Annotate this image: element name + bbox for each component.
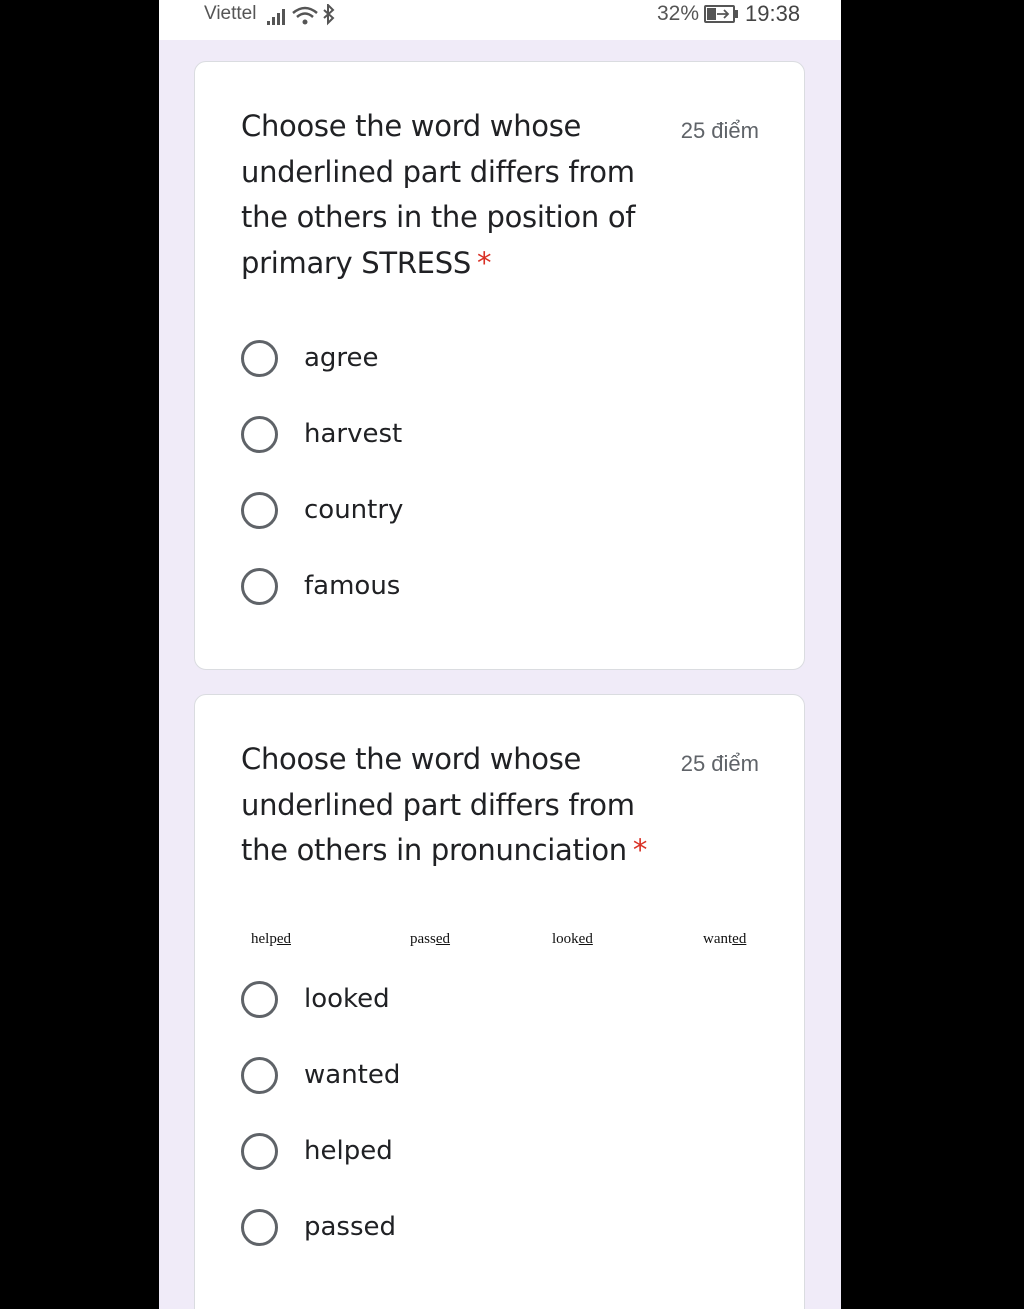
option-passed[interactable]: passed bbox=[241, 1207, 641, 1247]
question-text: Choose the word whose underlined part di… bbox=[241, 742, 635, 867]
option-agree[interactable]: agree bbox=[241, 338, 641, 378]
radio-button[interactable] bbox=[241, 567, 278, 605]
word-stem: want bbox=[703, 931, 733, 947]
question-card-2: Choose the word whose underlined part di… bbox=[194, 694, 805, 1309]
required-asterisk: * bbox=[632, 833, 648, 867]
radio-button[interactable] bbox=[241, 1208, 278, 1246]
question-card-1: Choose the word whose underlined part di… bbox=[194, 61, 805, 670]
battery-percent: 32% bbox=[657, 2, 700, 25]
option-label: famous bbox=[304, 571, 401, 601]
image-word-looked: looked bbox=[552, 931, 593, 948]
image-word-helped: helped bbox=[251, 931, 291, 948]
question-points: 25 điểm bbox=[680, 118, 759, 143]
radio-button[interactable] bbox=[241, 339, 278, 377]
option-label: looked bbox=[304, 984, 390, 1014]
image-word-passed: passed bbox=[410, 931, 450, 948]
word-underlined-part: ed bbox=[276, 931, 291, 947]
word-underlined-part: ed bbox=[578, 931, 593, 947]
word-stem: help bbox=[251, 931, 277, 947]
option-label: passed bbox=[304, 1212, 397, 1242]
question-image-words: helped passed looked wanted bbox=[241, 931, 771, 951]
question-points: 25 điểm bbox=[680, 751, 759, 776]
option-label: country bbox=[304, 495, 404, 525]
radio-button[interactable] bbox=[241, 491, 278, 529]
word-underlined-part: ed bbox=[435, 931, 451, 947]
word-stem: pass bbox=[410, 931, 436, 947]
signal-wifi-bluetooth-icons bbox=[267, 4, 335, 26]
option-country[interactable]: country bbox=[241, 490, 641, 530]
required-asterisk: * bbox=[476, 245, 492, 280]
question-title: Choose the word whose underlined part di… bbox=[241, 104, 661, 286]
image-word-wanted: wanted bbox=[703, 931, 746, 948]
option-label: harvest bbox=[304, 419, 403, 449]
option-famous[interactable]: famous bbox=[241, 566, 641, 606]
question-text: Choose the word whose underlined part di… bbox=[241, 109, 636, 280]
radio-button[interactable] bbox=[241, 980, 278, 1018]
carrier-name: Viettel bbox=[204, 3, 257, 24]
option-helped[interactable]: helped bbox=[241, 1131, 641, 1171]
option-label: helped bbox=[304, 1136, 393, 1166]
option-label: wanted bbox=[304, 1060, 401, 1090]
option-wanted[interactable]: wanted bbox=[241, 1055, 641, 1095]
radio-button[interactable] bbox=[241, 1132, 278, 1170]
radio-button[interactable] bbox=[241, 415, 278, 453]
phone-screen: Viettel 32% 19:38 Choose the word whose … bbox=[159, 0, 841, 1309]
question-title: Choose the word whose underlined part di… bbox=[241, 737, 661, 874]
option-label: agree bbox=[304, 343, 379, 373]
status-bar: Viettel 32% 19:38 bbox=[159, 0, 841, 40]
clock: 19:38 bbox=[745, 1, 801, 26]
word-underlined-part: ed bbox=[732, 931, 747, 947]
option-harvest[interactable]: harvest bbox=[241, 414, 641, 454]
word-stem: look bbox=[552, 931, 579, 947]
radio-button[interactable] bbox=[241, 1056, 278, 1094]
option-looked[interactable]: looked bbox=[241, 979, 641, 1019]
battery-icon bbox=[704, 5, 738, 23]
